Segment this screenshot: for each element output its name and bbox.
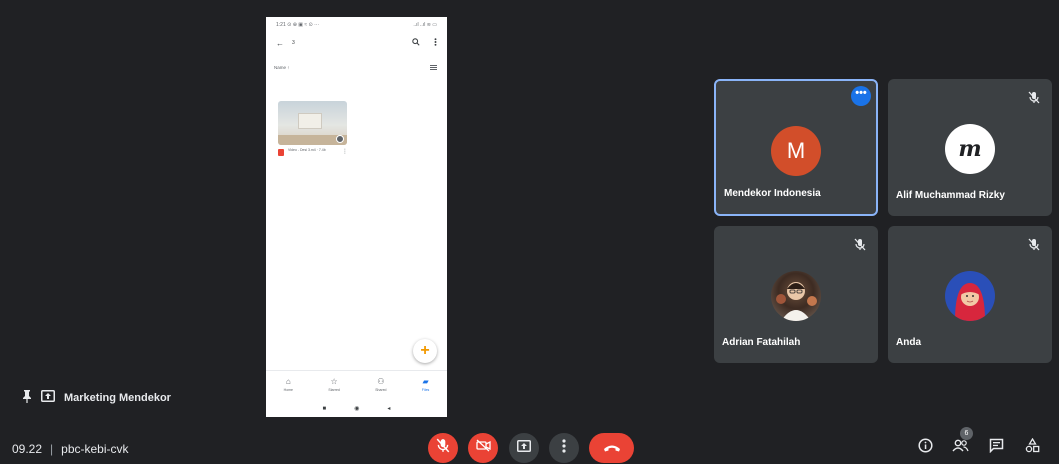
phone-status-bar: 1:21 ⊙ ⊕ ▣ ≈ ⊙ ··· ..ıl ..ıl ≋ ▭ — [266, 17, 447, 33]
phone-shared-icon: ⚇ — [377, 377, 385, 386]
avatar: M — [771, 126, 821, 176]
phone-home-button-icon: ◉ — [354, 406, 360, 412]
phone-file-info: Video - Desi 3.m4 · 7.4b ⋮ — [278, 148, 348, 156]
mic-off-icon — [1026, 89, 1042, 105]
phone-file-more-icon: ⋮ — [342, 149, 348, 155]
phone-sort-row: Name ↑ — [266, 53, 447, 71]
present-screen-icon — [41, 390, 55, 405]
phone-nav-home: ⌂ Home — [284, 377, 293, 392]
phone-nav-shared: ⚇ Shared — [375, 377, 386, 392]
phone-status-right: ..ıl ..ıl ≋ ▭ — [413, 22, 437, 28]
phone-file-caption: Video - Desi 3.m4 · 7.4b — [288, 148, 326, 152]
phone-video-file-icon — [278, 149, 284, 156]
phone-nav-label: Starred — [328, 388, 340, 392]
phone-system-nav: ■ ◉ ◂ — [266, 400, 447, 417]
phone-nav-starred: ☆ Starred — [328, 377, 339, 392]
phone-search-icon — [412, 38, 420, 48]
participant-name: Alif Muchammad Rizky — [896, 190, 1005, 201]
phone-back-button-icon: ◂ — [387, 406, 391, 412]
phone-new-fab-icon: + — [413, 339, 437, 363]
activities-shapes-icon — [1025, 437, 1040, 458]
phone-nav-label: Home — [283, 388, 294, 392]
chat-icon — [989, 438, 1004, 458]
mic-off-icon — [852, 236, 868, 252]
phone-back-icon: ← — [276, 38, 284, 48]
more-options-icon[interactable]: ••• — [851, 86, 871, 106]
pin-icon[interactable] — [22, 389, 32, 406]
people-icon — [951, 439, 969, 457]
participant-tile-alif-muchammad-rizky[interactable]: m Alif Muchammad Rizky — [888, 79, 1052, 216]
shared-screen-phone: 1:21 ⊙ ⊕ ▣ ≈ ⊙ ··· ..ıl ..ıl ≋ ▭ ← 3 Nam… — [266, 17, 447, 417]
phone-list-view-icon — [430, 65, 437, 71]
phone-sort-label: Name ↑ — [274, 65, 290, 70]
participant-name: Mendekor Indonesia — [724, 188, 821, 199]
phone-status-left: 1:21 ⊙ ⊕ ▣ ≈ ⊙ ··· — [276, 22, 320, 28]
phone-file-thumbnail — [278, 101, 347, 145]
participant-tile-adrian-fatahilah[interactable]: Adrian Fatahilah — [714, 226, 878, 363]
info-icon — [917, 438, 933, 458]
presenter-label: Marketing Mendekor — [22, 389, 171, 406]
phone-star-icon: ☆ — [330, 377, 338, 386]
phone-nav-label: Files — [421, 388, 430, 392]
people-count-badge: 6 — [960, 427, 973, 440]
phone-bottom-nav: ⌂ Home ☆ Starred ⚇ Shared ▰ Files — [266, 370, 447, 398]
phone-home-icon: ⌂ — [285, 377, 291, 386]
activities-button[interactable] — [1018, 434, 1046, 462]
phone-folder-icon: ▰ — [422, 377, 429, 386]
chat-button[interactable] — [982, 434, 1010, 462]
participant-tile-anda[interactable]: Anda — [888, 226, 1052, 363]
avatar-photo — [945, 271, 995, 321]
participant-name: Anda — [896, 337, 921, 348]
presenter-name: Marketing Mendekor — [64, 391, 171, 404]
participant-name: Adrian Fatahilah — [722, 337, 801, 348]
phone-thumbnail-badge-icon — [336, 135, 344, 143]
side-panel-toggles: 6 — [0, 427, 1059, 462]
phone-folder-title: 3 — [292, 40, 295, 46]
people-button[interactable]: 6 — [946, 427, 974, 462]
avatar-photo — [771, 271, 821, 321]
participant-tile-mendekor-indonesia[interactable]: ••• M Mendekor Indonesia — [714, 79, 878, 216]
phone-nav-label: Shared — [375, 388, 387, 392]
avatar: m — [945, 124, 995, 174]
mic-off-icon — [1026, 236, 1042, 252]
phone-nav-files: ▰ Files — [422, 377, 429, 392]
meeting-details-button[interactable] — [911, 434, 939, 462]
phone-recents-icon: ■ — [322, 405, 327, 412]
phone-more-icon — [434, 38, 437, 48]
phone-toolbar: ← 3 — [266, 33, 447, 53]
